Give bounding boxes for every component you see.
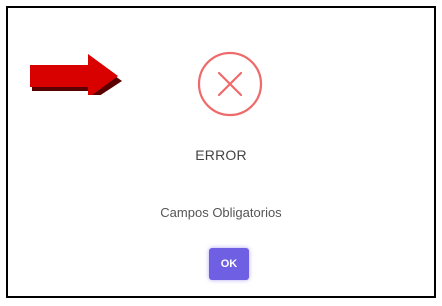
red-arrow-right-icon (30, 54, 122, 95)
ok-button[interactable]: OK (209, 248, 249, 280)
error-x-circle-icon (197, 51, 263, 117)
dialog-title: ERROR (195, 147, 247, 163)
dialog-message: Campos Obligatorios (160, 205, 282, 220)
